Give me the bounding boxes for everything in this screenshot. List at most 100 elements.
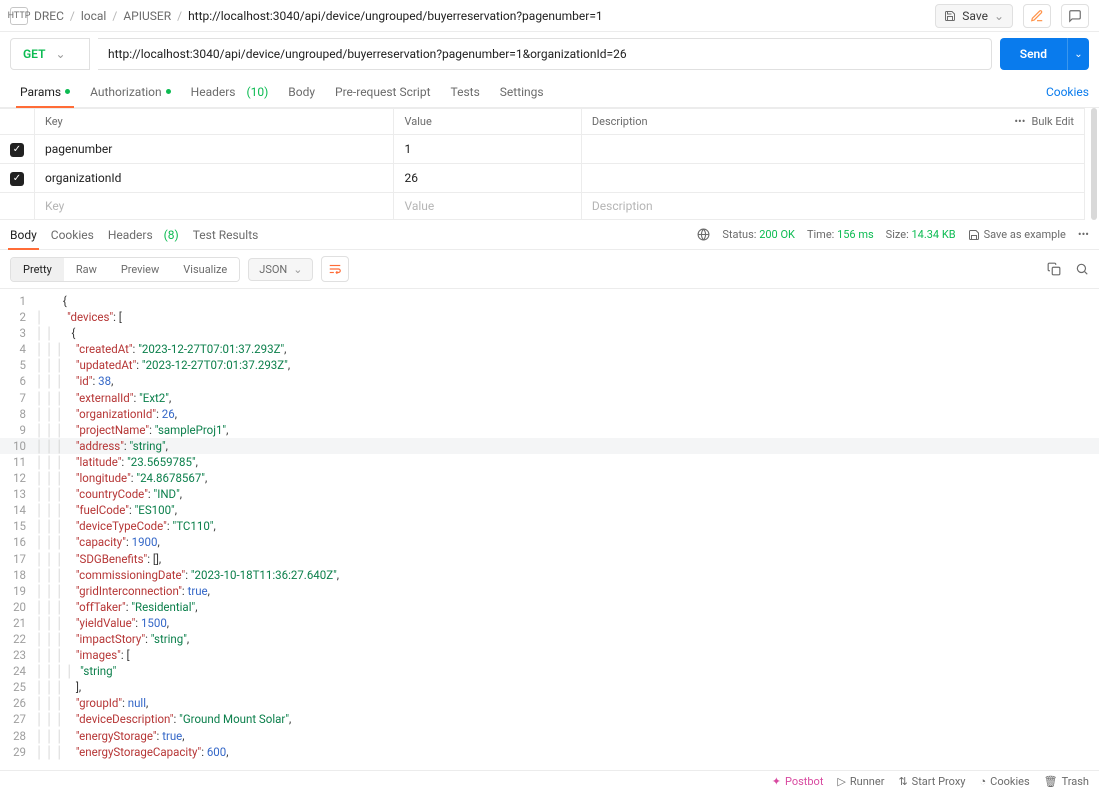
comment-icon[interactable]: [1061, 4, 1089, 28]
code-line: 4│ │ │ "createdAt": "2023-12-27T07:01:37…: [0, 341, 1099, 357]
footer-trash[interactable]: 🗑Trash: [1044, 775, 1089, 788]
code-line: 22│ │ │ "impactStory": "string",: [0, 631, 1099, 647]
code-line: 28│ │ │ "energyStorage": true,: [0, 728, 1099, 744]
copy-icon[interactable]: [1047, 262, 1061, 276]
changes-dot-icon: [65, 89, 70, 94]
scrollbar[interactable]: [1091, 108, 1097, 220]
code-line: 1 {: [0, 293, 1099, 309]
wrap-lines-icon[interactable]: [321, 256, 349, 282]
view-visualize[interactable]: Visualize: [171, 258, 239, 281]
code-line: 17│ │ │ "SDGBenefits": [],: [0, 551, 1099, 567]
param-row-new: Key Value Description: [0, 193, 1085, 220]
col-key: Key: [35, 109, 394, 135]
tab-headers[interactable]: Headers (10): [181, 76, 279, 107]
cookies-link[interactable]: Cookies: [1046, 85, 1089, 99]
tab-tests[interactable]: Tests: [441, 76, 490, 107]
tab-params[interactable]: Params: [10, 76, 80, 107]
chevron-down-icon[interactable]: ⌄: [994, 9, 1004, 23]
code-line: 26│ │ │ "groupId": null,: [0, 695, 1099, 711]
footer-postbot[interactable]: ✦Postbot: [772, 775, 824, 788]
param-key[interactable]: organizationId: [35, 164, 394, 193]
code-line: 21│ │ │ "yieldValue": 1500,: [0, 615, 1099, 631]
param-value-placeholder[interactable]: Value: [394, 193, 581, 220]
footer-cookies[interactable]: ◔Cookies: [980, 775, 1030, 788]
edit-icon[interactable]: [1023, 4, 1051, 28]
tab-prerequest[interactable]: Pre-request Script: [325, 76, 440, 107]
send-button[interactable]: Send: [1000, 38, 1067, 70]
method-label: GET: [23, 47, 45, 61]
resp-tab-body[interactable]: Body: [10, 220, 37, 249]
save-label: Save: [962, 9, 988, 23]
tab-settings[interactable]: Settings: [490, 76, 554, 107]
param-value[interactable]: 26: [394, 164, 581, 193]
param-row: ✓ pagenumber 1: [0, 135, 1085, 164]
tab-authorization[interactable]: Authorization: [80, 76, 181, 107]
params-table: Key Value Description ••• Bulk Edit ✓ pa…: [0, 108, 1085, 220]
col-value: Value: [394, 109, 581, 135]
more-icon[interactable]: •••: [1078, 228, 1089, 241]
code-line: 9│ │ │ "projectName": "sampleProj1",: [0, 422, 1099, 438]
status-bar: ✦Postbot ▷Runner ⇅Start Proxy ◔Cookies 🗑…: [0, 770, 1099, 792]
tab-header: HTTP DREC/ local/ APIUSER/ http://localh…: [0, 0, 1099, 32]
save-button[interactable]: Save ⌄: [935, 4, 1013, 28]
footer-runner[interactable]: ▷Runner: [837, 775, 884, 788]
http-method-icon: HTTP: [10, 7, 28, 25]
bulk-edit-link[interactable]: Bulk Edit: [1031, 115, 1074, 128]
request-row: GET ⌄ http://localhost:3040/api/device/u…: [0, 32, 1099, 76]
breadcrumb-seg[interactable]: local: [81, 9, 107, 23]
changes-dot-icon: [166, 89, 171, 94]
code-line: 12│ │ │ "longitude": "24.8678567",: [0, 470, 1099, 486]
code-line: 29│ │ │ "energyStorageCapacity": 600,: [0, 744, 1099, 760]
network-icon[interactable]: [697, 228, 710, 241]
request-tabs: Params Authorization Headers (10) Body P…: [0, 76, 1099, 108]
code-line: 10│ │ │ "address": "string",: [0, 438, 1099, 454]
code-line: 13│ │ │ "countryCode": "IND",: [0, 486, 1099, 502]
response-header: Body Cookies Headers (8) Test Results St…: [0, 220, 1099, 250]
more-icon[interactable]: •••: [1014, 115, 1025, 128]
params-table-wrapper: Key Value Description ••• Bulk Edit ✓ pa…: [0, 108, 1099, 220]
param-desc-placeholder[interactable]: Description: [581, 193, 1084, 220]
method-select[interactable]: GET ⌄: [10, 38, 90, 70]
code-line: 18│ │ │ "commissioningDate": "2023-10-18…: [0, 567, 1099, 583]
code-line: 2│ "devices": [: [0, 309, 1099, 325]
time-block[interactable]: Time: 156 ms: [807, 228, 874, 241]
param-row: ✓ organizationId 26: [0, 164, 1085, 193]
format-select[interactable]: JSON⌄: [248, 258, 313, 281]
param-desc[interactable]: [581, 164, 1084, 193]
breadcrumb-seg[interactable]: DREC: [34, 9, 64, 23]
breadcrumb-request[interactable]: http://localhost:3040/api/device/ungroup…: [188, 9, 603, 23]
code-line: 11│ │ │ "latitude": "23.5659785",: [0, 454, 1099, 470]
save-icon: [944, 10, 956, 22]
send-more-button[interactable]: ⌄: [1067, 38, 1089, 70]
param-key[interactable]: pagenumber: [35, 135, 394, 164]
code-line: 20│ │ │ "offTaker": "Residential",: [0, 599, 1099, 615]
response-body-json[interactable]: 1 {2│ "devices": [3│ │ {4│ │ │ "createdA…: [0, 289, 1099, 770]
save-example-link[interactable]: Save as example: [968, 228, 1066, 241]
status-block[interactable]: Status: 200 OK: [722, 228, 795, 241]
checkbox-icon[interactable]: ✓: [10, 172, 24, 186]
search-icon[interactable]: [1075, 262, 1089, 276]
view-preview[interactable]: Preview: [109, 258, 171, 281]
code-line: 24│ │ │ │ "string": [0, 663, 1099, 679]
param-desc[interactable]: [581, 135, 1084, 164]
code-line: 25│ │ │ ],: [0, 679, 1099, 695]
chevron-down-icon: ⌄: [55, 47, 65, 61]
code-line: 5│ │ │ "updatedAt": "2023-12-27T07:01:37…: [0, 357, 1099, 373]
code-line: 3│ │ {: [0, 325, 1099, 341]
resp-tab-tests[interactable]: Test Results: [193, 220, 259, 249]
resp-tab-headers[interactable]: Headers (8): [108, 220, 179, 249]
view-pretty[interactable]: Pretty: [11, 258, 64, 281]
code-line: 16│ │ │ "capacity": 1900,: [0, 534, 1099, 550]
col-desc: Description ••• Bulk Edit: [581, 109, 1084, 135]
url-input[interactable]: http://localhost:3040/api/device/ungroup…: [98, 38, 992, 70]
resp-tab-cookies[interactable]: Cookies: [51, 220, 94, 249]
tab-body[interactable]: Body: [278, 76, 325, 107]
param-value[interactable]: 1: [394, 135, 581, 164]
code-line: 23│ │ │ "images": [: [0, 647, 1099, 663]
size-block[interactable]: Size: 14.34 KB: [886, 228, 956, 241]
checkbox-icon[interactable]: ✓: [10, 143, 24, 157]
param-key-placeholder[interactable]: Key: [35, 193, 394, 220]
footer-start-proxy[interactable]: ⇅Start Proxy: [898, 775, 965, 788]
view-raw[interactable]: Raw: [64, 258, 109, 281]
breadcrumb-seg[interactable]: APIUSER: [123, 9, 171, 23]
